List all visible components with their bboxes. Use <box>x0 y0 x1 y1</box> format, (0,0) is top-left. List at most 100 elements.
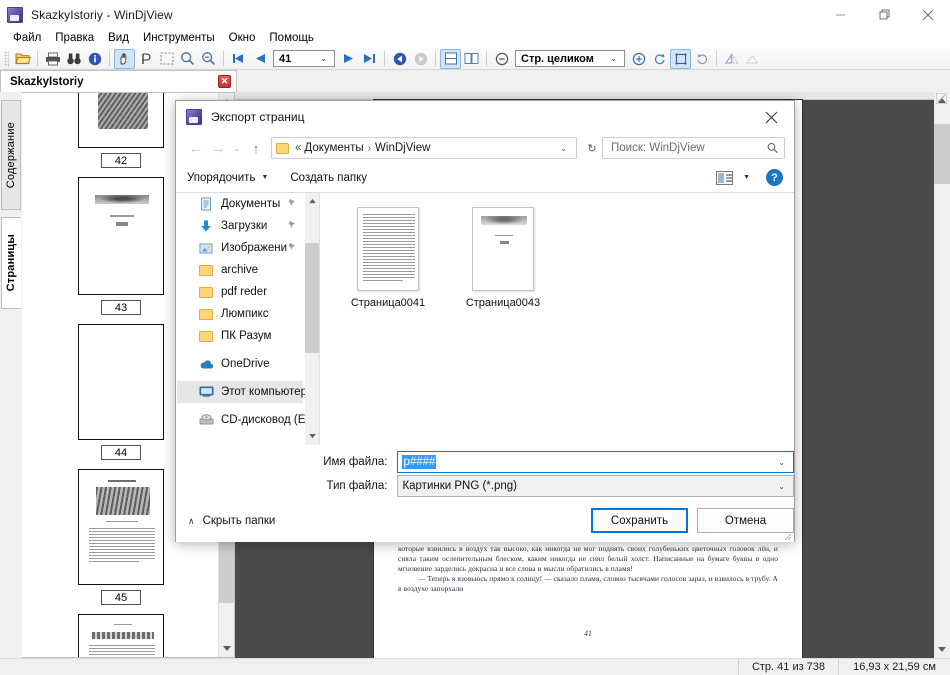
close-button[interactable] <box>906 0 950 29</box>
minimize-button[interactable] <box>818 0 862 29</box>
go-forward-icon[interactable] <box>410 49 431 69</box>
dialog-close-button[interactable] <box>749 101 794 133</box>
recent-locations-icon[interactable]: ⌄ <box>229 137 245 159</box>
breadcrumb-overflow[interactable]: « <box>295 142 301 154</box>
place-documents[interactable]: Документы <box>177 193 303 215</box>
page-thumbnail[interactable] <box>78 324 164 440</box>
zoom-decrease-icon[interactable] <box>491 49 512 69</box>
chevron-down-icon[interactable]: ⌄ <box>554 144 573 153</box>
dialog-command-right-group: ▼ ? <box>716 169 783 186</box>
hide-folders-toggle[interactable]: ∧ Скрыть папки <box>188 515 275 527</box>
place-pk-razum[interactable]: ПК Разум <box>177 325 303 347</box>
side-tab-pages[interactable]: Страницы <box>1 217 21 309</box>
file-item[interactable]: Страница0043 <box>455 207 551 309</box>
filetype-label: Тип файла: <box>176 480 397 492</box>
help-icon[interactable]: ? <box>766 169 783 186</box>
maximize-button[interactable] <box>862 0 906 29</box>
search-box[interactable] <box>602 137 785 159</box>
page-thumbnail[interactable] <box>78 177 164 295</box>
address-bar[interactable]: « Документы › WinDjView ⌄ <box>271 137 577 159</box>
page-number-combo[interactable]: 41 ⌄ <box>273 50 335 67</box>
zoom-in-tool-icon[interactable] <box>177 49 198 69</box>
page-thumbnail[interactable] <box>78 469 164 585</box>
resize-grip[interactable] <box>936 93 949 106</box>
place-archive[interactable]: archive <box>177 259 303 281</box>
rect-select-tool-icon[interactable] <box>156 49 177 69</box>
document-body-text: которые взвились в воздух так высоко, ка… <box>398 544 778 594</box>
dialog-resize-grip[interactable] <box>782 530 792 540</box>
zoom-mode-combo[interactable]: Стр. целиком ⌄ <box>515 50 625 67</box>
place-downloads[interactable]: Загрузки <box>177 215 303 237</box>
search-input[interactable] <box>609 141 767 155</box>
file-list-pane[interactable]: Страница0041 Страница0043 <box>320 193 794 445</box>
document-tab[interactable]: SkazkyIstoriy ✕ <box>0 70 237 92</box>
chevron-down-icon[interactable]: ⌄ <box>772 482 791 491</box>
menu-window[interactable]: Окно <box>223 31 264 46</box>
chevron-down-icon[interactable]: ⌄ <box>772 458 791 467</box>
previous-page-icon[interactable] <box>249 49 270 69</box>
view-mode-icon[interactable] <box>716 171 733 185</box>
chevron-down-icon[interactable]: ⌄ <box>605 54 622 63</box>
close-icon[interactable]: ✕ <box>218 75 231 88</box>
menu-tools[interactable]: Инструменты <box>137 31 223 46</box>
last-page-icon[interactable] <box>359 49 380 69</box>
hand-tool-icon[interactable] <box>114 49 135 69</box>
page-thumbnail[interactable] <box>78 614 164 657</box>
place-cd-drive[interactable]: CD-дисковод (E:) <box>177 409 303 431</box>
menu-edit[interactable]: Правка <box>49 31 102 46</box>
rotate-page-icon[interactable] <box>670 49 691 69</box>
place-pictures[interactable]: Изображени <box>177 237 303 259</box>
scroll-down-icon[interactable] <box>305 428 319 445</box>
toolbar-grip[interactable] <box>4 51 9 67</box>
place-pdf-reder[interactable]: pdf reder <box>177 281 303 303</box>
print-icon[interactable] <box>42 49 63 69</box>
first-page-icon[interactable] <box>228 49 249 69</box>
go-back-icon[interactable] <box>389 49 410 69</box>
scroll-down-icon[interactable] <box>934 641 950 658</box>
scrollbar-thumb[interactable] <box>305 243 319 353</box>
new-folder-button[interactable]: Создать папку <box>290 172 367 184</box>
text-select-tool-icon[interactable] <box>135 49 156 69</box>
side-tab-contents[interactable]: Содержание <box>1 100 21 210</box>
back-icon[interactable]: ← <box>185 137 207 159</box>
filetype-select[interactable]: Картинки PNG (*.png) ⌄ <box>397 475 794 497</box>
info-icon[interactable] <box>84 49 105 69</box>
breadcrumb-windjview[interactable]: WinDjView <box>375 142 430 154</box>
menu-view[interactable]: Вид <box>102 31 137 46</box>
filename-field[interactable]: p#### ⌄ <box>397 451 794 473</box>
place-onedrive[interactable]: OneDrive <box>177 353 303 375</box>
status-dimensions: 16,93 x 21,59 см <box>838 659 950 675</box>
next-page-icon[interactable] <box>338 49 359 69</box>
single-page-layout-icon[interactable] <box>440 49 461 69</box>
scrollbar-thumb[interactable] <box>934 124 950 184</box>
page-thumbnail[interactable] <box>78 93 164 148</box>
place-this-pc[interactable]: Этот компьютер <box>177 381 303 403</box>
menu-help[interactable]: Помощь <box>263 31 321 46</box>
flip-vertical-icon[interactable] <box>742 49 763 69</box>
file-item[interactable]: Страница0041 <box>340 207 436 309</box>
forward-icon[interactable]: → <box>207 137 229 159</box>
places-scrollbar[interactable] <box>305 193 319 445</box>
facing-pages-layout-icon[interactable] <box>461 49 482 69</box>
toolbar-separator <box>109 51 110 66</box>
rotate-right-icon[interactable] <box>691 49 712 69</box>
refresh-icon[interactable]: ↻ <box>582 137 602 159</box>
document-scrollbar[interactable] <box>934 92 950 658</box>
chevron-down-icon[interactable]: ⌄ <box>315 54 332 63</box>
scroll-down-icon[interactable] <box>219 640 235 657</box>
up-one-level-icon[interactable]: ↑ <box>245 137 267 159</box>
menu-file[interactable]: Файл <box>7 31 49 46</box>
flip-horizontal-icon[interactable] <box>721 49 742 69</box>
breadcrumb-documents[interactable]: Документы <box>304 142 363 154</box>
find-icon[interactable] <box>63 49 84 69</box>
zoom-increase-icon[interactable] <box>628 49 649 69</box>
save-button[interactable]: Сохранить <box>591 508 688 533</box>
chevron-down-icon[interactable]: ▼ <box>743 174 750 181</box>
cancel-button[interactable]: Отмена <box>697 508 794 533</box>
place-lyumpiks[interactable]: Люмпикс <box>177 303 303 325</box>
rotate-left-icon[interactable] <box>649 49 670 69</box>
open-folder-icon[interactable] <box>12 49 33 69</box>
zoom-out-tool-icon[interactable] <box>198 49 219 69</box>
scroll-up-icon[interactable] <box>305 193 319 210</box>
organize-button[interactable]: Упорядочить ▼ <box>187 172 268 184</box>
